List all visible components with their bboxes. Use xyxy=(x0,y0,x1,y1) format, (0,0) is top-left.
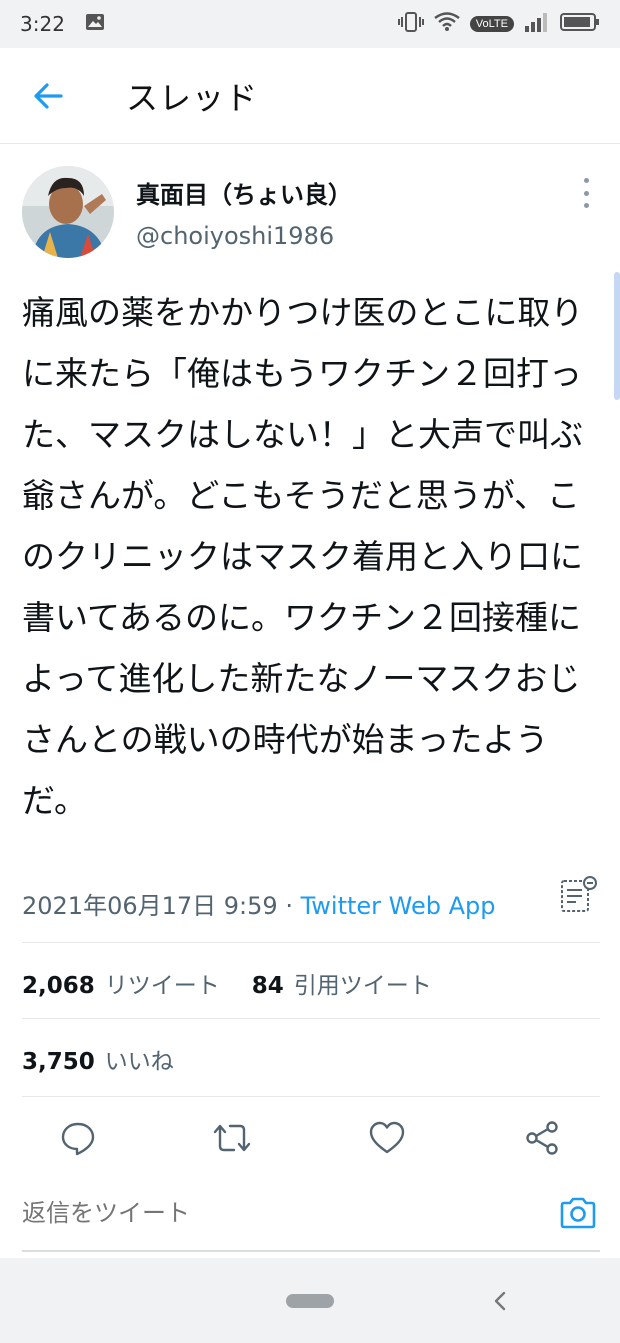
vibrate-icon xyxy=(397,12,424,36)
tweet-meta: 2021年06月17日 9:59 · Twitter Web App xyxy=(22,886,600,921)
divider xyxy=(22,1096,600,1097)
home-button[interactable] xyxy=(286,1294,334,1308)
battery-icon xyxy=(560,12,600,36)
retweet-count: 2,068 xyxy=(22,973,95,999)
divider xyxy=(22,1018,600,1019)
more-dot xyxy=(583,203,589,208)
share-button[interactable] xyxy=(522,1118,562,1158)
tweet-actions xyxy=(0,1100,620,1174)
reply-input[interactable] xyxy=(22,1199,522,1227)
like-label: いいね xyxy=(104,1049,174,1075)
share-icon xyxy=(526,1121,558,1155)
divider xyxy=(22,942,600,943)
retweet-icon xyxy=(213,1124,251,1152)
tweet-timestamp[interactable]: 2021年06月17日 9:59 xyxy=(22,892,278,920)
reply-button[interactable] xyxy=(58,1118,98,1158)
volte-badge: VoLTE xyxy=(469,16,514,32)
status-time: 3:22 xyxy=(20,12,65,36)
like-count: 3,750 xyxy=(22,1049,95,1075)
camera-button[interactable] xyxy=(556,1191,600,1235)
more-vertical-icon xyxy=(583,178,589,183)
status-bar: 3:22 VoLTE xyxy=(0,0,620,48)
analytics-button[interactable] xyxy=(558,874,598,914)
scrollbar[interactable] xyxy=(614,272,620,400)
back-button[interactable] xyxy=(0,48,96,144)
avatar[interactable] xyxy=(22,166,114,258)
meta-separator: · xyxy=(277,892,301,920)
system-nav-bar xyxy=(0,1258,620,1343)
quote-label: 引用ツイート xyxy=(293,973,432,999)
like-button[interactable] xyxy=(367,1118,407,1158)
like-icon xyxy=(369,1121,405,1154)
retweet-stats[interactable]: 2,068 リツイート 84 引用ツイート xyxy=(22,966,432,1000)
retweet-label: リツイート xyxy=(104,973,220,999)
quote-count: 84 xyxy=(251,973,284,999)
like-stats[interactable]: 3,750 いいね xyxy=(22,1042,174,1076)
tweet-text: 痛風の薬をかかりつけ医のとこに取りに来たら「俺はもうワクチン２回打った、マスクは… xyxy=(22,293,584,820)
retweet-button[interactable] xyxy=(212,1118,252,1158)
camera-icon xyxy=(560,1197,596,1229)
more-options-button[interactable] xyxy=(574,178,598,208)
page-title: スレッド xyxy=(126,78,259,117)
system-back-button[interactable] xyxy=(490,1288,510,1314)
user-handle: @choiyoshi1986 xyxy=(136,221,335,250)
tweet-author[interactable]: 真面目（ちょい良） @choiyoshi1986 xyxy=(22,166,352,258)
thread-header: スレッド xyxy=(0,48,620,144)
back-arrow-icon xyxy=(34,82,63,109)
display-name: 真面目（ちょい良） xyxy=(136,180,352,209)
tweet-source[interactable]: Twitter Web App xyxy=(301,892,496,920)
signal-icon xyxy=(524,12,550,36)
more-dot xyxy=(583,190,589,196)
chevron-left-icon xyxy=(494,1291,506,1311)
gallery-notification-icon xyxy=(85,13,105,35)
reply-icon xyxy=(61,1122,95,1156)
reply-bar xyxy=(22,1176,600,1252)
wifi-icon xyxy=(434,12,460,36)
analytics-icon xyxy=(561,876,597,912)
